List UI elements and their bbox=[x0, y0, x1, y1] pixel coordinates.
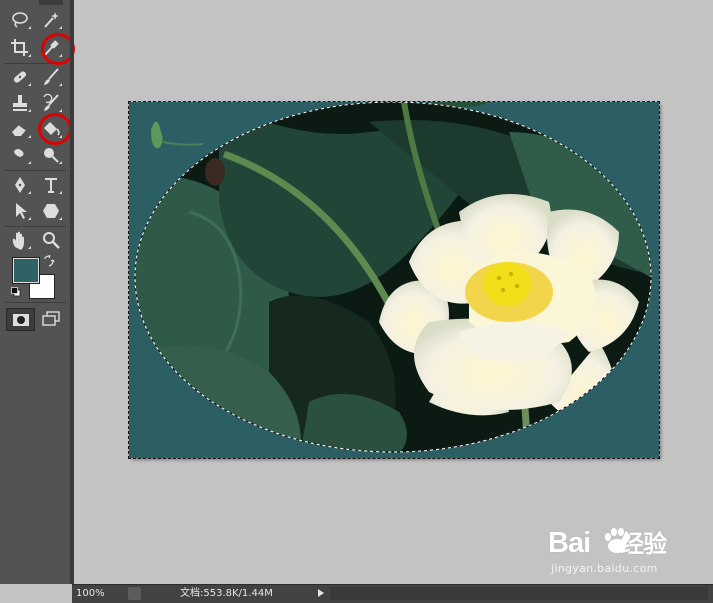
status-bar: 100% 文档:553.8K/1.44M bbox=[72, 584, 713, 603]
swap-colors-icon[interactable] bbox=[43, 255, 55, 267]
magic-wand-tool[interactable] bbox=[38, 9, 64, 31]
brush-icon bbox=[44, 68, 59, 85]
lasso-icon bbox=[12, 12, 28, 28]
status-bar-track bbox=[330, 587, 708, 600]
blur-tool[interactable] bbox=[7, 144, 33, 166]
baidu-jingyan-watermark: Bai 经验 jingyan.baidu.com bbox=[548, 524, 708, 584]
status-menu-arrow-icon[interactable] bbox=[318, 589, 324, 597]
bandage-icon bbox=[13, 71, 27, 83]
crop-icon bbox=[11, 39, 28, 56]
zoom-tool[interactable] bbox=[38, 229, 64, 251]
dodge-tool[interactable] bbox=[38, 144, 64, 166]
paw-logo-icon bbox=[605, 528, 630, 553]
path-selection-tool[interactable] bbox=[7, 200, 33, 222]
paint-bucket-highlight-circle bbox=[38, 113, 72, 145]
document-canvas[interactable] bbox=[129, 102, 659, 458]
screen-mode-icon bbox=[42, 311, 60, 326]
eraser-icon bbox=[12, 124, 27, 136]
lasso-tool[interactable] bbox=[7, 9, 33, 31]
pen-tool[interactable] bbox=[7, 174, 33, 196]
foreground-color-swatch[interactable] bbox=[12, 257, 40, 284]
spot-healing-brush-tool[interactable] bbox=[7, 66, 33, 88]
stamp-icon bbox=[13, 95, 27, 111]
document-size-info: 文档:553.8K/1.44M bbox=[180, 588, 273, 599]
crop-tool[interactable] bbox=[7, 37, 33, 59]
arrow-cursor-icon bbox=[16, 203, 27, 219]
move-tool[interactable] bbox=[38, 0, 64, 8]
tools-panel bbox=[0, 0, 75, 584]
type-tool[interactable] bbox=[38, 174, 64, 196]
quick-mask-icon bbox=[12, 313, 29, 326]
custom-shape-tool[interactable] bbox=[38, 200, 64, 222]
toolbar-divider bbox=[70, 0, 74, 584]
screen-mode-button[interactable] bbox=[40, 310, 62, 328]
watermark-url: jingyan.baidu.com bbox=[551, 562, 658, 575]
proof-setup-icon[interactable] bbox=[128, 587, 141, 600]
eraser-tool[interactable] bbox=[7, 118, 33, 140]
magnifier-icon bbox=[43, 232, 60, 249]
brush-tool[interactable] bbox=[38, 66, 64, 88]
hand-tool[interactable] bbox=[7, 229, 33, 251]
blur-finger-icon bbox=[14, 149, 24, 163]
clone-stamp-tool[interactable] bbox=[7, 92, 33, 114]
zoom-level-field[interactable]: 100% bbox=[76, 587, 120, 600]
lotus-photo-illustration bbox=[134, 102, 652, 453]
hand-icon bbox=[12, 231, 24, 250]
type-icon bbox=[45, 178, 57, 193]
quick-mask-button[interactable] bbox=[6, 308, 35, 331]
history-brush-icon bbox=[43, 93, 59, 111]
dodge-icon bbox=[44, 148, 59, 163]
pen-icon bbox=[15, 177, 25, 193]
magic-wand-icon bbox=[44, 12, 59, 28]
hexagon-icon bbox=[43, 204, 59, 218]
move-icon bbox=[39, 0, 63, 5]
history-brush-tool[interactable] bbox=[38, 92, 64, 114]
default-colors-icon[interactable] bbox=[11, 287, 21, 297]
